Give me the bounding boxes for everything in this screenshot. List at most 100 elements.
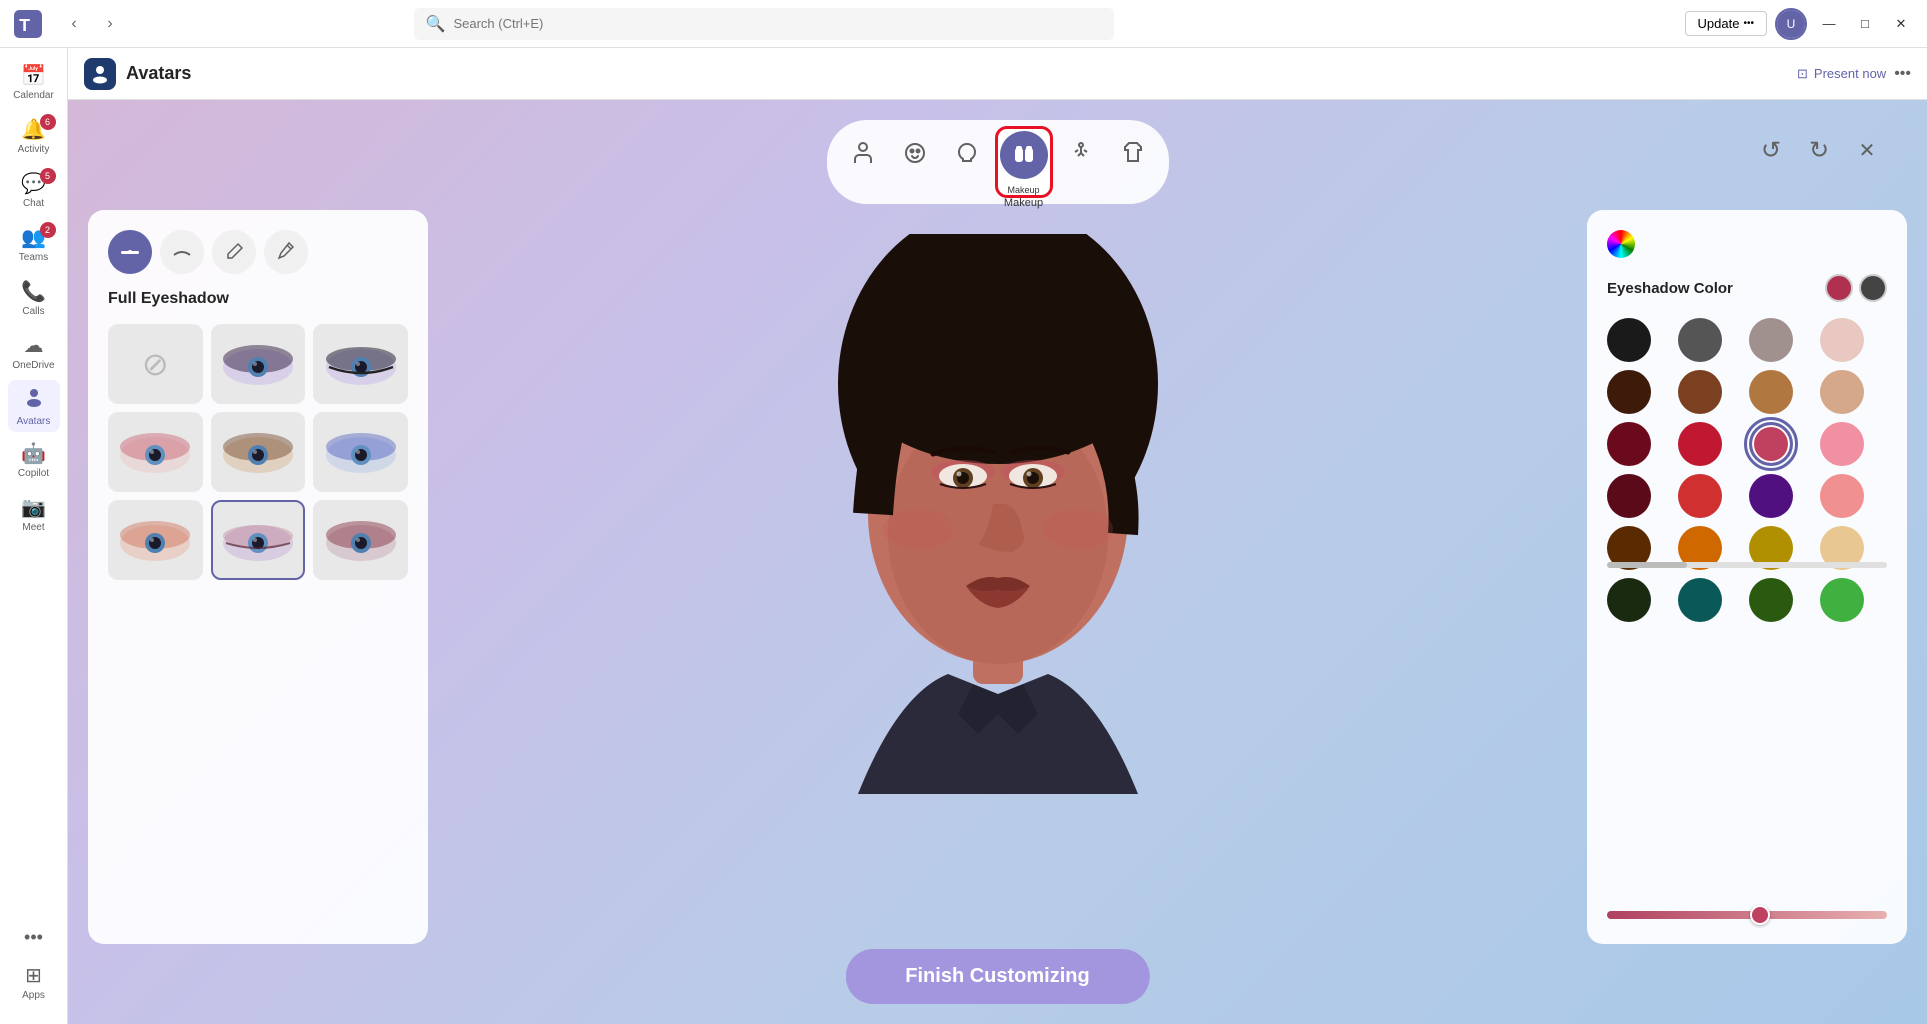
color-scrollbar-thumb — [1607, 562, 1687, 568]
color-dot-20[interactable] — [1607, 578, 1651, 622]
close-button[interactable]: ✕ — [1887, 10, 1915, 38]
cat-tab-marker[interactable] — [264, 230, 308, 274]
toolbar-outfit-button[interactable] — [1109, 129, 1157, 177]
color-dot-2[interactable] — [1749, 318, 1793, 362]
color-scroll-area[interactable] — [1607, 318, 1887, 622]
eyeshadow-option-6[interactable] — [108, 500, 203, 580]
sidebar: 📅 Calendar 🔔 6 Activity 💬 5 Chat 👥 2 Tea… — [0, 48, 68, 1024]
intensity-slider[interactable] — [1607, 911, 1887, 919]
toolbar-makeup-wrapper: Makeup Makeup — [995, 126, 1053, 198]
toolbar-head-button[interactable] — [943, 129, 991, 177]
more-options-button[interactable]: ••• — [1894, 65, 1911, 83]
eyeshadow-grid: ⊘ — [108, 324, 408, 580]
workspace-close-button[interactable]: ✕ — [1847, 130, 1887, 170]
back-button[interactable]: ‹ — [60, 10, 88, 38]
eyeshadow-option-4[interactable] — [211, 412, 306, 492]
more-options[interactable]: ••• — [24, 927, 43, 948]
color-dot-5[interactable] — [1678, 370, 1722, 414]
selected-color-1 — [1825, 274, 1853, 302]
color-grid — [1607, 318, 1883, 622]
sidebar-item-calendar[interactable]: 📅 Calendar — [8, 56, 60, 108]
eyeshadow-option-1[interactable] — [211, 324, 306, 404]
color-dot-23[interactable] — [1820, 578, 1864, 622]
color-dot-12[interactable] — [1607, 474, 1651, 518]
color-dot-3[interactable] — [1820, 318, 1864, 362]
toolbar-pose-wrapper — [1057, 129, 1105, 195]
finish-customizing-button[interactable]: Finish Customizing — [845, 949, 1149, 1004]
toolbar-makeup-button[interactable]: Makeup — [1000, 131, 1048, 179]
sidebar-item-teams[interactable]: 👥 2 Teams — [8, 218, 60, 270]
color-dot-0[interactable] — [1607, 318, 1651, 362]
eyeshadow-option-8[interactable] — [313, 500, 408, 580]
eyeshadow-option-7[interactable] — [211, 500, 306, 580]
toolbar-face-wrapper — [891, 129, 939, 195]
app-icon — [84, 58, 116, 90]
sidebar-label-apps: Apps — [22, 990, 45, 1001]
color-dot-13[interactable] — [1678, 474, 1722, 518]
sidebar-item-chat[interactable]: 💬 5 Chat — [8, 164, 60, 216]
sidebar-label-chat: Chat — [23, 198, 44, 209]
toolbar-body-wrapper — [839, 129, 887, 195]
toolbar-outfit-wrapper — [1109, 129, 1157, 195]
color-dot-8[interactable] — [1607, 422, 1651, 466]
color-dot-4[interactable] — [1607, 370, 1651, 414]
minimize-button[interactable]: — — [1815, 10, 1843, 38]
teams-logo: T — [12, 8, 44, 40]
present-icon: ⊡ — [1797, 66, 1808, 82]
color-dot-21[interactable] — [1678, 578, 1722, 622]
cat-tab-eyeshadow[interactable] — [108, 230, 152, 274]
toolbar-body-button[interactable] — [839, 129, 887, 177]
user-avatar[interactable]: U — [1775, 8, 1807, 40]
color-dot-22[interactable] — [1749, 578, 1793, 622]
sidebar-item-avatars[interactable]: Avatars — [8, 380, 60, 432]
color-dot-9[interactable] — [1678, 422, 1722, 466]
color-dot-1[interactable] — [1678, 318, 1722, 362]
cat-tab-pencil[interactable] — [212, 230, 256, 274]
content-area: Avatars ⊡ Present now ••• — [68, 48, 1927, 1024]
color-dot-10[interactable] — [1749, 422, 1793, 466]
makeup-label: Makeup — [1004, 197, 1043, 209]
toolbar-pose-button[interactable] — [1057, 129, 1105, 177]
undo-button[interactable]: ↺ — [1751, 130, 1791, 170]
color-dot-14[interactable] — [1749, 474, 1793, 518]
update-button[interactable]: Update ••• — [1685, 11, 1767, 36]
search-bar[interactable]: 🔍 — [414, 8, 1114, 40]
color-dot-11[interactable] — [1820, 422, 1864, 466]
sidebar-label-teams: Teams — [19, 252, 48, 263]
sidebar-item-copilot[interactable]: 🤖 Copilot — [8, 434, 60, 486]
sidebar-label-calendar: Calendar — [13, 90, 54, 101]
category-tabs — [108, 230, 408, 274]
sidebar-item-onedrive[interactable]: ☁ OneDrive — [8, 326, 60, 378]
color-dot-7[interactable] — [1820, 370, 1864, 414]
cat-tab-eyeliner[interactable] — [160, 230, 204, 274]
app-title: Avatars — [126, 63, 191, 84]
sidebar-item-apps[interactable]: ⊞ Apps — [8, 956, 60, 1008]
sidebar-label-activity: Activity — [18, 144, 50, 155]
color-wheel-icon — [1607, 230, 1635, 258]
sidebar-item-calls[interactable]: 📞 Calls — [8, 272, 60, 324]
apps-icon: ⊞ — [25, 963, 42, 988]
toolbar-head-wrapper — [943, 129, 991, 195]
eyeshadow-option-3[interactable] — [108, 412, 203, 492]
copilot-icon: 🤖 — [21, 441, 46, 466]
color-scrollbar-track[interactable] — [1607, 562, 1887, 568]
workspace: Makeup Makeup — [68, 100, 1927, 1024]
left-panel: Full Eyeshadow ⊘ — [88, 210, 428, 944]
intensity-slider-row — [1607, 898, 1887, 924]
nav-controls: ‹ › — [56, 10, 124, 38]
sidebar-item-activity[interactable]: 🔔 6 Activity — [8, 110, 60, 162]
toolbar-face-button[interactable] — [891, 129, 939, 177]
maximize-button[interactable]: □ — [1851, 10, 1879, 38]
sidebar-item-meet[interactable]: 📷 Meet — [8, 488, 60, 540]
redo-button[interactable]: ↻ — [1799, 130, 1839, 170]
color-dot-15[interactable] — [1820, 474, 1864, 518]
present-now-button[interactable]: ⊡ Present now — [1797, 66, 1886, 82]
color-dot-6[interactable] — [1749, 370, 1793, 414]
forward-button[interactable]: › — [96, 10, 124, 38]
eyeshadow-option-2[interactable] — [313, 324, 408, 404]
chat-badge: 5 — [40, 168, 56, 184]
search-input[interactable] — [453, 16, 1101, 31]
eyeshadow-option-none[interactable]: ⊘ — [108, 324, 203, 404]
activity-badge: 6 — [40, 114, 56, 130]
eyeshadow-option-5[interactable] — [313, 412, 408, 492]
